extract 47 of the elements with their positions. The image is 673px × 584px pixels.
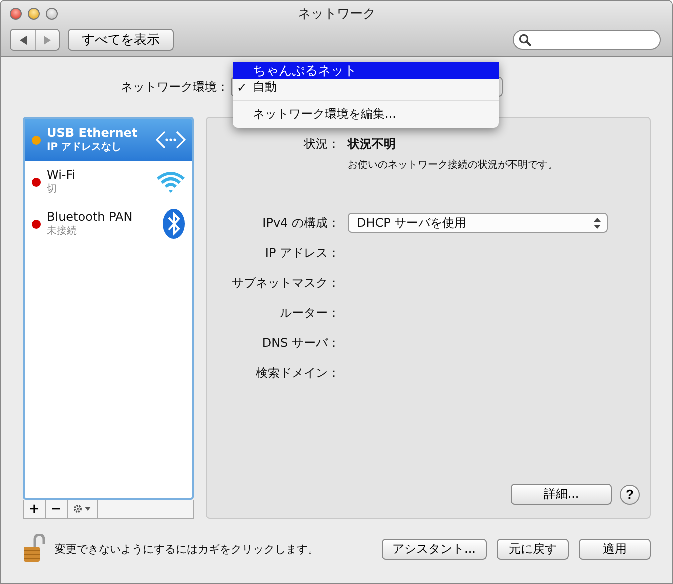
search-field[interactable] xyxy=(513,30,661,50)
ethernet-icon xyxy=(156,130,186,150)
close-icon[interactable] xyxy=(10,8,22,20)
field-label: サブネットマスク： xyxy=(231,274,340,292)
menu-item[interactable]: ✓ 自動 xyxy=(233,79,499,96)
help-button[interactable]: ? xyxy=(620,484,640,504)
field-label: IPv4 の構成： xyxy=(262,214,340,232)
menu-item[interactable]: ちゃんぷるネット xyxy=(233,62,499,79)
gear-icon xyxy=(72,504,92,514)
advanced-button[interactable]: 詳細... xyxy=(511,484,612,505)
service-item[interactable]: Bluetooth PAN 未接続 xyxy=(25,203,192,245)
bluetooth-icon xyxy=(162,208,186,240)
status-value: 状況不明 xyxy=(348,136,397,153)
forward-icon xyxy=(43,36,52,44)
footer-button[interactable]: 元に戻す xyxy=(497,538,569,560)
service-status: 未接続 xyxy=(47,224,78,238)
search-icon xyxy=(519,34,532,46)
back-icon xyxy=(18,36,28,44)
location-label: ネットワーク環境： xyxy=(121,78,229,96)
status-description: お使いのネットワーク接続の状況が不明です。 xyxy=(348,158,559,172)
service-status: IP アドレスなし xyxy=(47,141,123,154)
list-button[interactable]: − xyxy=(46,500,68,518)
service-name: Bluetooth PAN xyxy=(47,210,134,224)
window-title: ネットワーク xyxy=(298,6,376,23)
menu-item[interactable]: ネットワーク環境を編集... xyxy=(233,103,499,125)
service-status: 切 xyxy=(47,182,58,196)
service-item[interactable]: USB Ethernet IP アドレスなし xyxy=(25,119,192,161)
field-label: 検索ドメイン： xyxy=(255,364,340,382)
service-name: Wi-Fi xyxy=(47,168,77,182)
footer-button[interactable]: アシスタント... xyxy=(382,538,487,560)
zoom-icon[interactable] xyxy=(46,8,58,20)
unlocked-padlock-icon xyxy=(23,534,47,564)
lock-message: 変更できないようにするにはカギをクリックします。 xyxy=(55,542,319,556)
field-label: 状況： xyxy=(303,136,340,153)
updown-icon xyxy=(594,218,601,228)
ipv4-select[interactable]: DHCP サーバを使用 xyxy=(348,213,608,233)
field-label: ルーター： xyxy=(279,304,340,322)
footer-button[interactable]: 適用 xyxy=(579,538,651,560)
service-item[interactable]: Wi-Fi 切 xyxy=(25,161,192,203)
field-label: DNS サーバ： xyxy=(261,334,340,352)
list-button[interactable]: + xyxy=(24,500,46,518)
field-label: IP アドレス： xyxy=(264,244,340,262)
wifi-icon xyxy=(156,170,186,194)
back-button[interactable] xyxy=(11,30,35,50)
show-all-button[interactable]: すべてを表示 xyxy=(68,29,174,51)
minimize-icon[interactable] xyxy=(28,8,40,20)
service-name: USB Ethernet xyxy=(47,126,139,140)
